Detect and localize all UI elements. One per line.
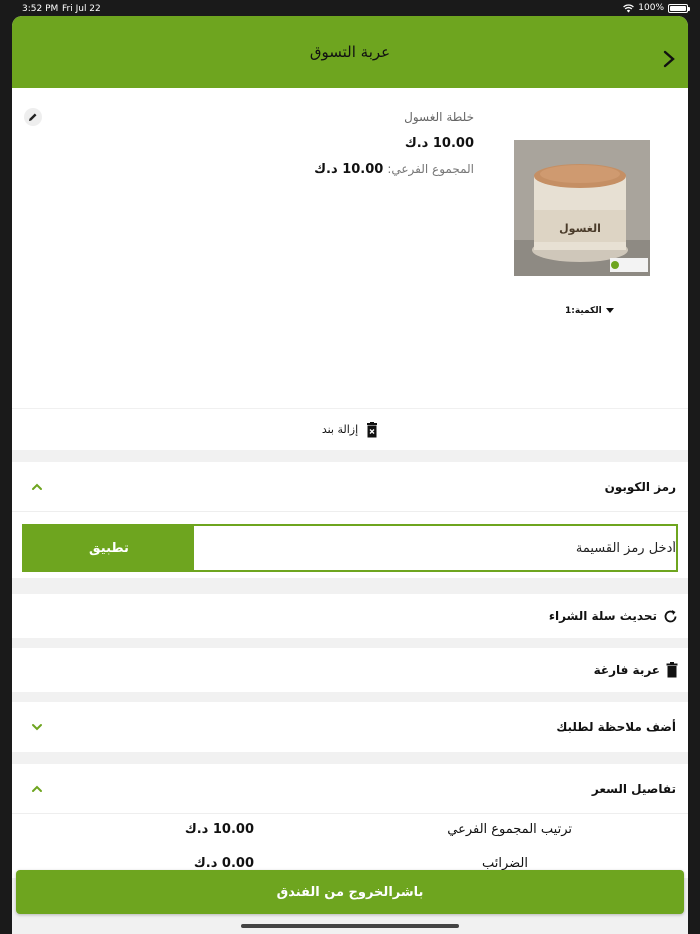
coupon-section-header[interactable]: رمز الكوبون (12, 462, 688, 512)
chevron-up-icon[interactable] (30, 480, 44, 494)
chevron-down-icon[interactable] (30, 720, 44, 734)
remove-item-button[interactable]: إزالة بند (12, 408, 688, 450)
refresh-icon (664, 609, 677, 622)
subtotal-value: 10.00 د.ك (314, 162, 384, 177)
status-right: 100% (623, 3, 690, 13)
coupon-code-input[interactable] (194, 526, 676, 570)
header-bar: عربة التسوق (12, 16, 688, 88)
price-line-value: 10.00 د.ك (184, 822, 254, 837)
apply-coupon-button[interactable]: تطبيق (24, 526, 194, 570)
caret-down-icon (605, 308, 614, 313)
jar-label-text: الغسول (559, 222, 601, 235)
home-indicator (241, 924, 459, 928)
price-details-body: ترتيب المجموع الفرعي 10.00 د.ك الضرائب 0… (12, 814, 688, 878)
product-price: 10.00 د.ك (404, 136, 474, 151)
update-cart-button[interactable]: تحديث سلة الشراء (12, 594, 688, 638)
cart-item-card: خلطة الغسول 10.00 د.ك المجموع الفرعي:10.… (12, 88, 688, 408)
price-line-value: 0.00 د.ك (193, 856, 254, 871)
price-details-header[interactable]: تفاصيل السعر (12, 764, 688, 814)
price-line-label: ترتيب المجموع الفرعي (447, 822, 572, 837)
coupon-title: رمز الكوبون (604, 480, 676, 494)
price-line-label: الضرائب (481, 856, 528, 871)
status-time: 3:52 PM (22, 4, 59, 14)
status-date: Fri Jul 22 (62, 4, 101, 14)
price-details-title: تفاصيل السعر (591, 782, 676, 796)
page-title: عربة التسوق (309, 43, 391, 61)
subtotal-label: المجموع الفرعي: (387, 162, 474, 176)
chevron-up-icon[interactable] (30, 782, 44, 796)
checkout-button[interactable]: باشرالخروج من الفندق (16, 870, 684, 914)
coupon-section-body: تطبيق (12, 512, 688, 578)
empty-cart-label: عربة فارغة (593, 663, 660, 677)
coupon-form: تطبيق (22, 524, 678, 572)
edit-item-button[interactable] (24, 108, 42, 126)
product-name[interactable]: خلطة الغسول (404, 110, 474, 124)
update-cart-label: تحديث سلة الشراء (548, 609, 657, 623)
chevron-right-icon[interactable] (662, 50, 676, 68)
wifi-icon (623, 3, 635, 12)
battery-icon (668, 3, 690, 13)
battery-percent: 100% (638, 3, 664, 13)
cart-sheet: عربة التسوق خلطة الغسول 10.00 د.ك المجمو… (12, 16, 688, 934)
add-note-title: أضف ملاحظة لطلبك (556, 720, 676, 734)
trash-icon (666, 662, 678, 678)
pencil-icon (29, 113, 37, 121)
product-image[interactable]: الغسول (514, 140, 650, 276)
quantity-label: الكمية:1 (565, 306, 602, 316)
empty-cart-button[interactable]: عربة فارغة (12, 648, 688, 692)
add-note-section-header[interactable]: أضف ملاحظة لطلبك (12, 702, 688, 752)
product-jar-illustration: الغسول (514, 140, 650, 276)
remove-item-label: إزالة بند (321, 423, 359, 436)
product-subtotal: المجموع الفرعي:10.00 د.ك (314, 162, 474, 177)
trash-x-icon (367, 421, 378, 437)
quantity-dropdown[interactable]: الكمية:1 (565, 306, 614, 316)
